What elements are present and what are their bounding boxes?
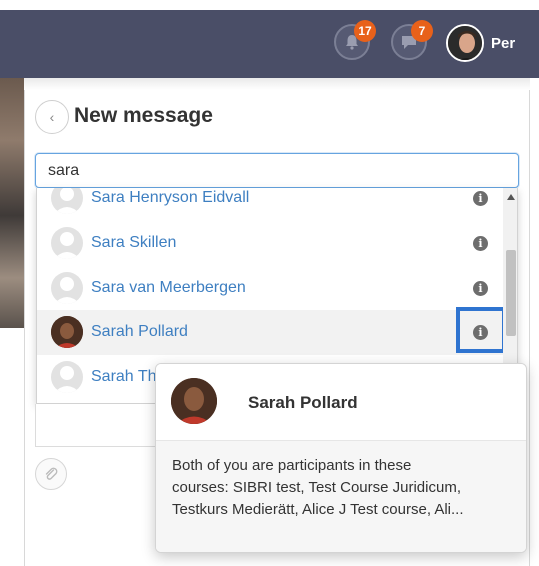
user-avatar[interactable] <box>446 24 484 62</box>
avatar <box>171 378 217 424</box>
list-item[interactable]: Sara van Meerbergen i <box>37 266 503 311</box>
top-strip <box>0 0 539 10</box>
page: 17 7 Per ‹ New message Sara Henryson Eid… <box>0 0 539 566</box>
popover-text-line: Testkurs Medierätt, Alice J Test course,… <box>172 501 464 518</box>
avatar <box>51 316 83 348</box>
list-item[interactable]: Sara Henryson Eidvall i <box>37 188 503 221</box>
list-item-name[interactable]: Sarah Th <box>91 368 157 386</box>
avatar <box>51 188 83 214</box>
back-button[interactable]: ‹ <box>35 100 69 134</box>
list-item-name[interactable]: Sara Skillen <box>91 234 176 252</box>
list-item-name[interactable]: Sara Henryson Eidvall <box>91 189 249 207</box>
info-icon[interactable]: i <box>473 236 488 251</box>
popover-text-line: courses: SIBRI test, Test Course Juridic… <box>172 479 461 496</box>
info-icon[interactable]: i <box>473 281 488 296</box>
info-icon[interactable]: i <box>473 191 488 206</box>
notifications-button[interactable]: 17 <box>334 20 376 60</box>
avatar <box>51 227 83 259</box>
list-item[interactable]: Sara Skillen i <box>37 221 503 266</box>
scroll-thumb[interactable] <box>506 250 516 336</box>
popover-name: Sarah Pollard <box>248 393 358 412</box>
chevron-left-icon: ‹ <box>49 109 55 125</box>
messages-badge: 7 <box>411 20 433 42</box>
paperclip-icon <box>45 467 58 480</box>
attach-button[interactable] <box>35 458 67 490</box>
popover-body: Both of you are participants in these co… <box>156 441 526 552</box>
page-title: New message <box>74 104 213 127</box>
list-item-name[interactable]: Sarah Pollard <box>91 323 188 341</box>
messages-button[interactable]: 7 <box>391 20 433 60</box>
list-item[interactable]: Sarah Pollard i <box>37 310 503 355</box>
avatar <box>51 361 83 393</box>
scroll-up-arrow-icon[interactable] <box>507 194 515 200</box>
panel-top-shade <box>24 78 530 90</box>
list-item-name[interactable]: Sara van Meerbergen <box>91 279 246 297</box>
user-info-popover: Sarah Pollard Both of you are participan… <box>155 363 527 553</box>
recipient-search-input[interactable] <box>35 153 519 188</box>
popover-text-line: Both of you are participants in these <box>172 457 412 474</box>
popover-header: Sarah Pollard <box>156 364 526 441</box>
username[interactable]: Per <box>491 35 515 52</box>
info-highlight-box <box>456 307 506 353</box>
avatar <box>51 272 83 304</box>
background-photo <box>0 78 24 328</box>
notifications-badge: 17 <box>354 20 376 42</box>
